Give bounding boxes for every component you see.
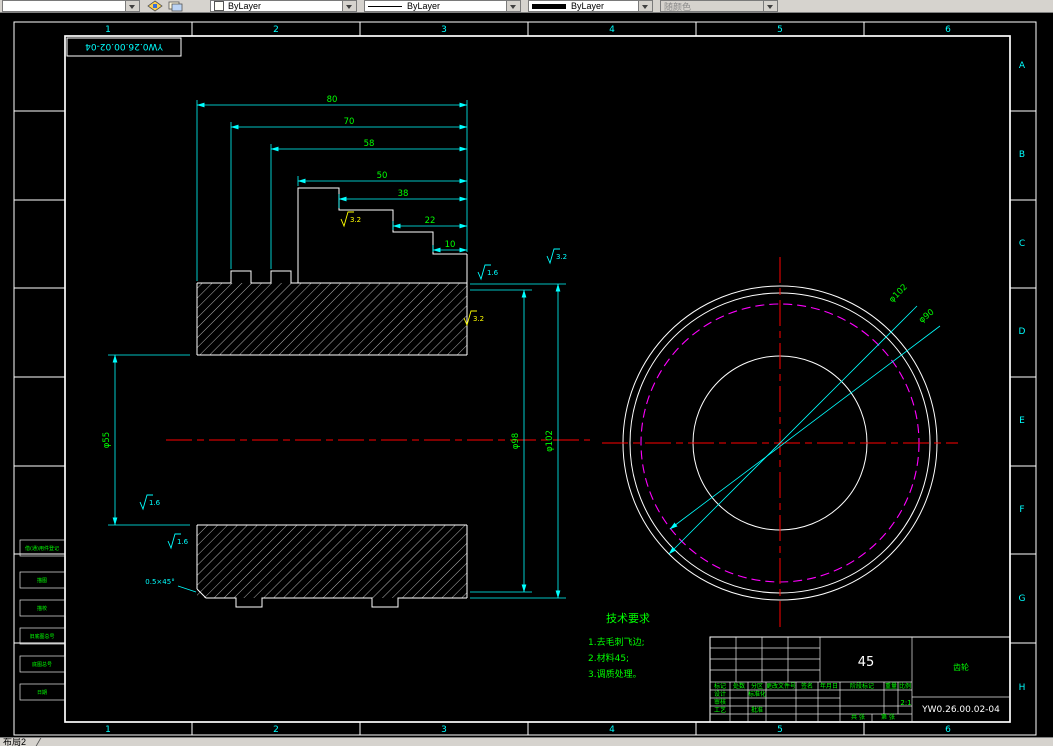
margin-block-label: 描校 [37,605,47,612]
dim-text: 50 [377,171,388,181]
zone-number: 1 [105,25,111,35]
dim-text: 58 [364,139,375,149]
make-layer-current-icon[interactable] [146,0,164,12]
color-swatch-icon [214,1,224,11]
dim-text: 70 [344,117,355,127]
titleblock-label: 标准化 [748,690,766,698]
titleblock-label: 处数 [733,682,745,690]
roughness-value: 1.6 [149,499,161,507]
layer-previous-icon[interactable] [166,0,184,12]
titleblock-label: 年月日 [820,682,838,690]
margin-block-label: 日期 [37,690,47,696]
zone-letter: E [1019,416,1025,426]
titleblock-label: 更改文件号 [766,682,796,690]
roughness-value: 1.6 [177,538,189,546]
drawing-canvas[interactable]: 1 2 3 4 5 6 1 2 3 4 5 6 A B C D E F G H … [0,0,1053,746]
chevron-down-icon[interactable] [506,1,520,11]
titleblock-label: 比例 [899,682,911,690]
zone-number: 4 [609,25,615,35]
zone-letter: H [1019,683,1026,693]
zone-number: 3 [441,725,447,735]
color-combo[interactable]: ByLayer [210,0,357,12]
linetype-combo-value: ByLayer [407,1,441,11]
zone-number: 1 [105,725,111,735]
plotstyle-combo[interactable]: 随颜色 [660,0,778,12]
zone-letter: C [1019,239,1025,249]
titleblock-label: 标记 [714,682,726,690]
tab-edge-divider [35,738,52,746]
roughness-value: 1.6 [487,269,499,277]
titleblock-label: 批准 [751,706,763,714]
titleblock-label: 签名 [801,682,813,690]
titleblock-material: 45 [858,655,875,670]
toolbar: ByLayer ByLayer ByLayer 随颜色 [0,0,1053,13]
zone-number: 4 [609,725,615,735]
chevron-down-icon[interactable] [125,1,139,11]
titleblock-scale: 2:1 [900,699,911,707]
dim-text: 80 [327,95,338,105]
titleblock-label: 审核 [714,698,726,706]
dim-text: 10 [445,240,456,250]
layer-combo[interactable] [2,0,140,12]
layout-tab[interactable]: 布局2 [3,738,26,746]
roughness-value: 3.2 [556,253,567,261]
lineweight-sample-icon [532,3,566,9]
zone-letter: A [1019,61,1026,71]
dim-text: φ98 [511,433,521,449]
lineweight-combo[interactable]: ByLayer [528,0,653,12]
margin-block-label: 借(通)用件登记 [25,545,59,552]
titleblock-label: 设计 [714,690,726,698]
dim-text: 22 [425,216,436,226]
dim-text: φ55 [102,432,112,448]
titleblock-label: 阶段标记 [850,682,874,690]
dim-text: 38 [398,189,409,199]
tech-req-title: 技术要求 [606,612,650,625]
titleblock-label: 分区 [751,682,763,690]
chevron-down-icon [763,1,777,11]
roughness-value: 3.2 [473,315,484,323]
zone-number: 3 [441,25,447,35]
zone-number: 5 [777,25,783,35]
zone-letter: F [1019,505,1024,515]
titleblock-label: 工艺 [714,706,726,714]
margin-block-label: 底图总号 [32,661,52,668]
zone-number: 5 [777,725,783,735]
statusbar: 布局2 [0,737,1053,746]
linetype-sample-icon [368,5,402,7]
tech-req-item: 1.去毛刺飞边; [588,636,645,648]
titleblock-drawing-no: YW0.26.00.02-04 [921,705,1000,715]
chevron-down-icon[interactable] [638,1,652,11]
chevron-down-icon[interactable] [342,1,356,11]
roughness-value: 3.2 [350,216,361,224]
color-combo-value: ByLayer [228,1,262,11]
corner-part-number-text: YW0.26.00.02-04 [85,41,164,51]
titleblock-label: 共 张 [851,713,865,721]
margin-block-label: 旧底图总号 [29,633,54,640]
zone-number: 6 [945,25,951,35]
zone-number: 6 [945,725,951,735]
tech-req-item: 3.调质处理。 [588,668,642,680]
dim-text: φ102 [545,430,555,452]
chamfer-text: 0.5×45° [145,578,174,586]
titleblock-part-name: 齿轮 [953,662,969,672]
titleblock-label: 第 张 [881,713,895,721]
zone-letter: D [1019,327,1026,337]
lineweight-combo-value: ByLayer [571,1,605,11]
zone-letter: B [1019,150,1025,160]
titleblock-label: 重量 [885,682,897,690]
plotstyle-combo-value: 随颜色 [664,1,692,12]
zone-number: 2 [273,25,279,35]
zone-number: 2 [273,725,279,735]
linetype-combo[interactable]: ByLayer [364,0,521,12]
tech-req-item: 2.材料45; [588,652,629,664]
zone-letter: G [1019,594,1026,604]
margin-block-label: 描图 [37,577,47,584]
